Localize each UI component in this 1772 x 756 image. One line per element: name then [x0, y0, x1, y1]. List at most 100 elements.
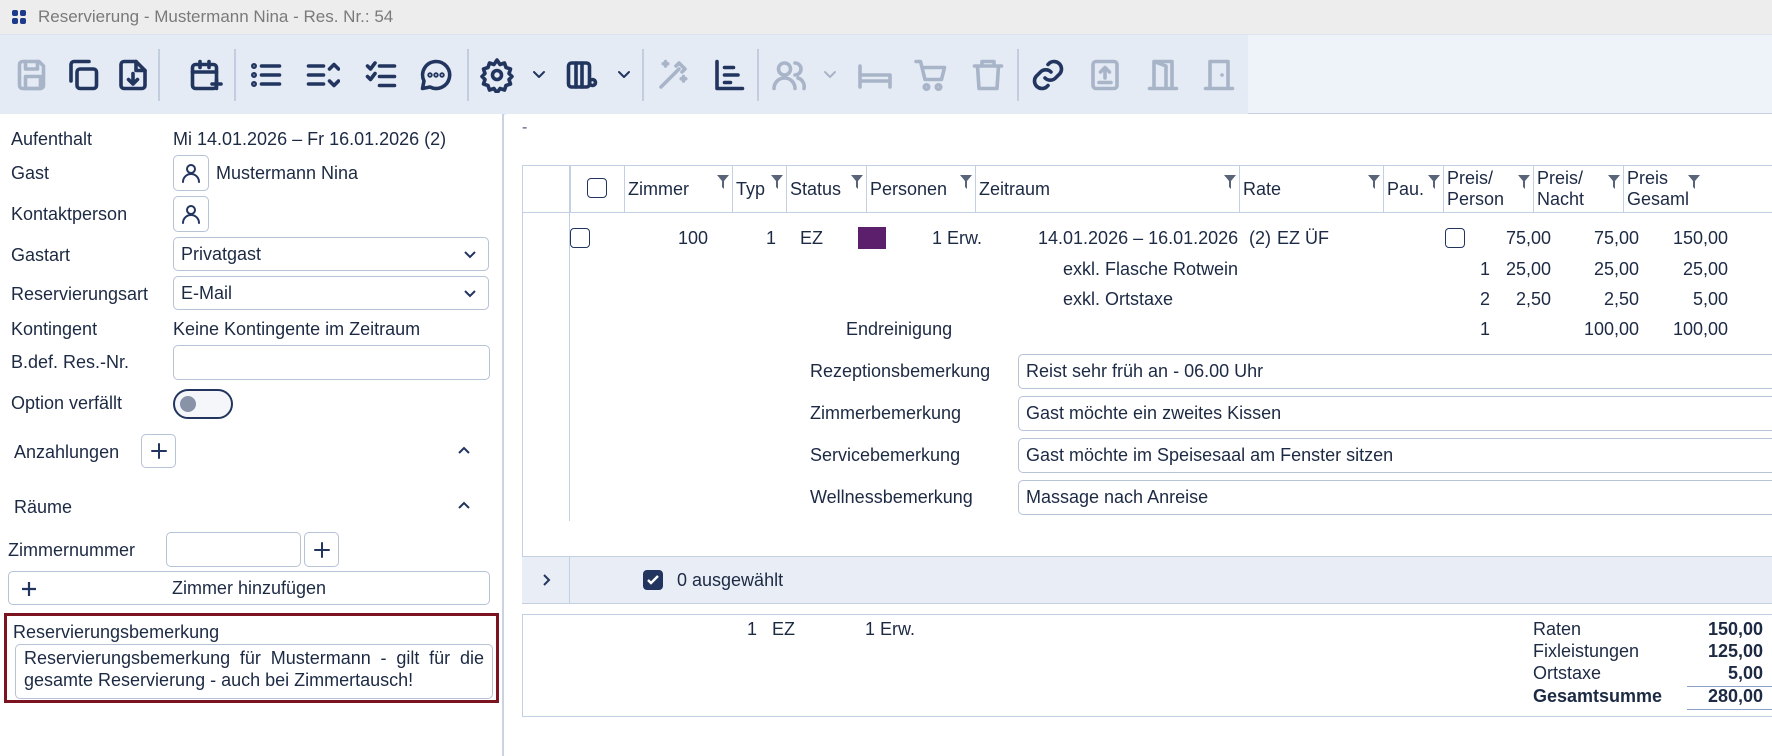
layout-settings-icon[interactable] — [560, 53, 604, 97]
extra-preis-nacht: 100,00 — [1583, 319, 1639, 339]
summary-gesamtsumme-value: 280,00 — [1707, 686, 1763, 706]
selection-checkbox[interactable] — [643, 570, 663, 590]
cart-icon[interactable] — [909, 53, 953, 97]
calendar-add-icon[interactable] — [184, 53, 228, 97]
app-icon — [12, 10, 26, 24]
filter-icon[interactable] — [1608, 173, 1620, 189]
plus-icon — [313, 541, 330, 558]
servicebemerkung-input[interactable]: Gast möchte im Speisesaal am Fenster sit… — [1018, 438, 1772, 473]
copy-icon[interactable] — [61, 53, 105, 97]
row-pausch-checkbox[interactable] — [1445, 228, 1465, 248]
guests-dropdown-chevron-icon[interactable] — [821, 65, 839, 83]
filter-icon[interactable] — [1688, 173, 1700, 189]
filter-icon[interactable] — [960, 173, 972, 189]
extra-preis-gesamt: 100,00 — [1672, 319, 1728, 339]
bdef-resnr-input[interactable] — [173, 345, 490, 380]
toolbar-separator — [757, 49, 759, 101]
reservierungsart-select[interactable]: E-Mail — [173, 276, 489, 310]
kontingent-value: Keine Kontingente im Zeitraum — [173, 319, 421, 339]
summary-fixleistungen-label: Fixleistungen — [1533, 641, 1640, 661]
add-room-label: Zimmer hinzufügen — [171, 577, 327, 598]
header-preis-nacht[interactable]: Preis/ Nacht — [1533, 165, 1623, 213]
zimmerbemerkung-input[interactable]: Gast möchte ein zweites Kissen — [1018, 396, 1772, 431]
row-checkbox[interactable] — [570, 228, 590, 248]
layout-dropdown-chevron-icon[interactable] — [615, 65, 633, 83]
chart-icon[interactable] — [707, 53, 751, 97]
filter-icon[interactable] — [1428, 173, 1440, 189]
gast-label: Gast — [11, 163, 50, 183]
grid-caption: - — [522, 119, 528, 136]
guest-select-button[interactable] — [173, 155, 209, 191]
zimmernummer-input[interactable] — [166, 532, 301, 567]
header-status[interactable]: Status — [786, 165, 866, 213]
option-verfaellt-toggle[interactable] — [173, 389, 233, 419]
filter-icon[interactable] — [1368, 173, 1380, 189]
door-closed-icon[interactable] — [1197, 53, 1241, 97]
servicebemerkung-label: Servicebemerkung — [810, 445, 961, 465]
select-all-checkbox[interactable] — [587, 178, 607, 198]
header-preis-person[interactable]: Preis/ Person — [1443, 165, 1533, 213]
filter-icon[interactable] — [717, 173, 729, 189]
extra-preis-nacht: 25,00 — [1593, 259, 1639, 279]
link-icon[interactable] — [1026, 53, 1070, 97]
expand-chevron-icon[interactable] — [522, 557, 570, 603]
gast-value: Mustermann Nina — [216, 163, 359, 183]
total-underline — [1687, 709, 1772, 710]
upload-icon[interactable] — [1083, 53, 1127, 97]
summary-fixleistungen-value: 125,00 — [1707, 641, 1763, 661]
filter-icon[interactable] — [1224, 173, 1236, 189]
extra-label: Endreinigung — [846, 319, 953, 339]
summary-raten-label: Raten — [1533, 619, 1582, 639]
header-zimmer[interactable]: Zimmer — [624, 165, 732, 213]
toolbar-separator — [158, 49, 160, 101]
trash-icon[interactable] — [966, 53, 1010, 97]
contact-select-button[interactable] — [173, 196, 209, 232]
chevron-up-icon[interactable] — [455, 497, 473, 515]
checklist-icon[interactable] — [359, 53, 403, 97]
header-preis-gesamt[interactable]: Preis Gesaml — [1623, 165, 1772, 213]
filter-icon[interactable] — [1518, 173, 1530, 189]
reservation-remark-textarea[interactable]: Reservierungsbemerkung für Mustermann - … — [15, 644, 493, 699]
reservation-details-panel: Aufenthalt Mi 14.01.2026 – Fr 16.01.2026… — [0, 114, 504, 756]
chevron-up-icon[interactable] — [455, 442, 473, 460]
header-zeitraum[interactable]: Zeitraum — [975, 165, 1239, 213]
person-icon — [182, 164, 200, 183]
list-sort-icon[interactable] — [300, 53, 344, 97]
save-icon[interactable] — [11, 53, 55, 97]
list-icon[interactable] — [244, 53, 288, 97]
guests-icon[interactable] — [767, 53, 811, 97]
extra-preis-gesamt: 5,00 — [1692, 289, 1728, 309]
rezeptionsbemerkung-input[interactable]: Reist sehr früh an - 06.00 Uhr — [1018, 354, 1772, 389]
magic-wand-icon[interactable] — [651, 53, 695, 97]
header-rate[interactable]: Rate — [1239, 165, 1383, 213]
header-pausch[interactable]: Pau. — [1383, 165, 1443, 213]
extra-label: exkl. Flasche Rotwein — [1063, 259, 1239, 279]
wellnessbemerkung-input[interactable]: Massage nach Anreise — [1018, 480, 1772, 515]
row-rate: EZ ÜF — [1277, 228, 1329, 248]
person-icon — [182, 205, 200, 224]
add-zimmernummer-button[interactable] — [304, 532, 339, 567]
header-select-all — [570, 165, 624, 213]
door-open-icon[interactable] — [1141, 53, 1185, 97]
bdef-resnr-label: B.def. Res.-Nr. — [11, 352, 130, 372]
summary-ortstaxe-label: Ortstaxe — [1533, 663, 1602, 683]
selection-bar: 0 ausgewählt — [522, 556, 1772, 604]
add-room-button[interactable]: Zimmer hinzufügen — [8, 571, 490, 605]
extra-preis-person: 25,00 — [1505, 259, 1551, 279]
gear-dropdown-chevron-icon[interactable] — [530, 65, 548, 83]
chat-icon[interactable] — [414, 53, 458, 97]
add-anzahlung-button[interactable] — [141, 434, 176, 468]
filter-icon[interactable] — [851, 173, 863, 189]
gastart-select[interactable]: Privatgast — [173, 237, 489, 271]
bed-icon[interactable] — [853, 53, 897, 97]
toolbar — [0, 34, 1772, 115]
row-status-swatch — [858, 227, 886, 249]
header-personen[interactable]: Personen — [866, 165, 975, 213]
filter-icon[interactable] — [771, 173, 783, 189]
extra-preis-gesamt: 25,00 — [1682, 259, 1728, 279]
option-verfaellt-label: Option verfällt — [11, 393, 123, 413]
header-typ[interactable]: Typ — [732, 165, 786, 213]
title-bar: Reservierung - Mustermann Nina - Res. Nr… — [0, 0, 1772, 34]
gear-icon[interactable] — [475, 53, 519, 97]
download-icon[interactable] — [111, 53, 155, 97]
